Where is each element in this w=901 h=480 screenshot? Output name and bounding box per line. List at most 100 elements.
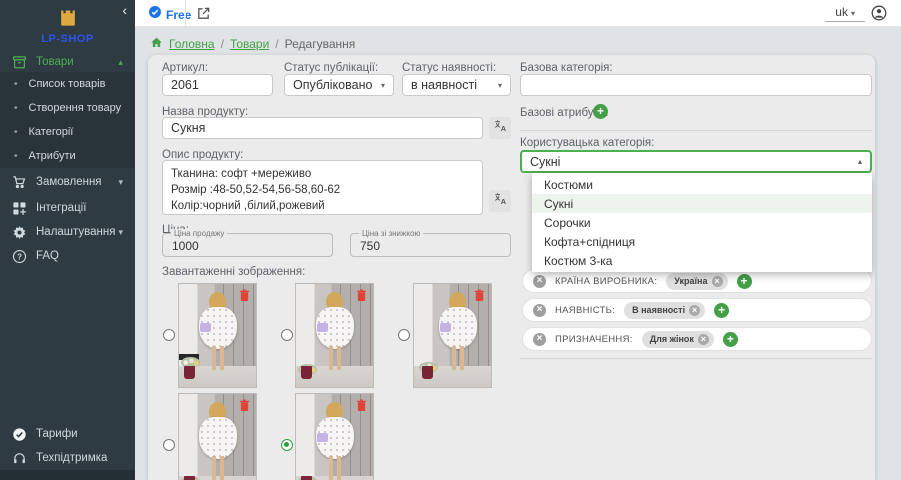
language-selector[interactable]: uk▾	[835, 5, 855, 19]
bullet-icon: •	[14, 127, 18, 138]
sidebar-item-products[interactable]: Товари ▴	[0, 50, 135, 74]
product-name-input[interactable]	[162, 117, 483, 139]
breadcrumb: Головна / Товари / Редагування	[150, 36, 355, 52]
photo-handbag	[317, 323, 328, 332]
remove-attribute-icon[interactable]	[533, 333, 546, 346]
delete-image-icon[interactable]	[356, 289, 367, 302]
custom-category-label: Користувацька категорія:	[520, 137, 654, 149]
availability-status-select[interactable]: в наявності ▾	[402, 74, 511, 96]
remove-attribute-icon[interactable]	[533, 304, 546, 317]
translate-description-button[interactable]: A	[489, 190, 511, 212]
product-image-1	[178, 283, 257, 388]
logo[interactable]: LP-SHOP	[0, 5, 135, 45]
divider	[520, 358, 872, 359]
sidebar-item-faq[interactable]: ? FAQ	[0, 244, 135, 268]
chip-remove-icon[interactable]	[712, 276, 723, 287]
delete-image-icon[interactable]	[239, 289, 250, 302]
sidebar-subitem-create-product[interactable]: •Створення товару	[0, 96, 135, 120]
account-icon[interactable]	[871, 5, 887, 21]
subitem-label: Категорії	[29, 126, 74, 138]
publication-status-value: Опубліковано	[293, 78, 372, 92]
chevron-down-icon: ▾	[118, 177, 123, 188]
discount-price-field[interactable]: Ціна зі знижкою 750	[350, 233, 511, 257]
custom-category-select[interactable]: Сукні ▴	[520, 150, 872, 173]
chip-label: Україна	[674, 276, 707, 286]
photo-model-dress	[199, 417, 237, 459]
breadcrumb-home[interactable]: Головна	[169, 37, 215, 51]
image-radio-5-selected[interactable]	[281, 439, 293, 451]
delete-image-icon[interactable]	[474, 289, 485, 302]
base-category-input[interactable]	[520, 74, 872, 96]
sidebar-item-integrations[interactable]: Інтеграції	[0, 196, 135, 220]
language-value: uk	[835, 5, 848, 19]
category-option-kofta-spidnytsya[interactable]: Кофта+спідниця	[532, 232, 872, 251]
sku-input[interactable]	[162, 74, 273, 96]
sidebar-item-tariffs[interactable]: Тарифи	[0, 422, 135, 446]
chevron-down-icon: ▾	[498, 81, 502, 90]
attribute-label: ПРИЗНАЧЕННЯ:	[555, 334, 633, 345]
category-option-sorochky[interactable]: Сорочки	[532, 213, 872, 232]
sidebar-item-label: Товари	[36, 56, 118, 68]
sidebar-item-label: Техпідтримка	[36, 452, 135, 464]
image-radio-2[interactable]	[281, 329, 293, 341]
attribute-row-availability: НАЯВНІСТЬ: В наявності	[522, 298, 872, 322]
category-option-kostyum-3ka[interactable]: Костюм 3-ка	[532, 251, 872, 270]
image-radio-4[interactable]	[163, 439, 175, 451]
topbar: Free uk▾	[135, 0, 901, 27]
description-textarea[interactable]: Тканина: софт +мереживо Розмір :48-50,52…	[162, 160, 483, 215]
sidebar-item-label: Інтеграції	[36, 202, 135, 214]
sku-label: Артикул:	[162, 62, 208, 74]
sale-price-floating-label: Ціна продажу	[171, 229, 227, 238]
verified-seal-icon	[148, 5, 162, 24]
custom-category-dropdown: Костюми Сукні Сорочки Кофта+спідниця Кос…	[532, 173, 872, 272]
chip-label: Для жінок	[650, 334, 694, 344]
subitem-label: Створення товару	[29, 102, 122, 114]
breadcrumb-current: Редагування	[285, 37, 356, 51]
discount-price-value: 750	[360, 239, 380, 253]
product-image-2	[295, 283, 374, 388]
sidebar-item-orders[interactable]: Замовлення ▾	[0, 170, 135, 194]
translate-name-button[interactable]: A	[489, 117, 511, 139]
add-base-attribute-button[interactable]	[593, 104, 608, 119]
topbar-divider	[185, 0, 186, 27]
sidebar-subitem-product-list[interactable]: •Список товарів	[0, 72, 135, 96]
custom-category-value: Сукні	[530, 155, 560, 169]
sale-price-field[interactable]: Ціна продажу 1000	[162, 233, 333, 257]
delete-image-icon[interactable]	[356, 399, 367, 412]
attribute-chip: Для жінок	[642, 331, 714, 348]
open-external-icon[interactable]	[196, 6, 211, 21]
bullet-icon: •	[14, 151, 18, 162]
product-image-5	[295, 393, 374, 480]
sidebar-item-support[interactable]: Техпідтримка	[0, 446, 135, 470]
availability-status-label: Статус наявності:	[402, 62, 496, 74]
photo-model-legs	[212, 456, 224, 480]
delete-image-icon[interactable]	[239, 399, 250, 412]
remove-attribute-icon[interactable]	[533, 275, 546, 288]
photo-model-legs	[329, 346, 341, 370]
product-image-3	[413, 283, 492, 388]
breadcrumb-products[interactable]: Товари	[230, 37, 269, 51]
cart-icon	[12, 175, 27, 190]
sidebar-subitem-attributes[interactable]: •Атрибути	[0, 144, 135, 168]
photo-model-legs	[212, 346, 224, 370]
add-attribute-value-button[interactable]	[723, 332, 738, 347]
sidebar-subitem-categories[interactable]: • Категорії	[0, 120, 135, 144]
bullet-icon: •	[14, 79, 18, 90]
chip-remove-icon[interactable]	[698, 334, 709, 345]
chip-remove-icon[interactable]	[689, 305, 700, 316]
attribute-label: НАЯВНІСТЬ:	[555, 305, 615, 316]
publication-status-select[interactable]: Опубліковано ▾	[284, 74, 394, 96]
breadcrumb-separator: /	[275, 37, 278, 51]
attribute-row-country: КРАЇНА ВИРОБНИКА: Україна	[522, 269, 872, 293]
image-radio-3[interactable]	[398, 329, 410, 341]
sidebar-item-settings[interactable]: Налаштування ▾	[0, 220, 135, 244]
photo-pot	[422, 366, 433, 379]
add-attribute-value-button[interactable]	[737, 274, 752, 289]
category-option-sukni-selected[interactable]: Сукні	[532, 194, 872, 213]
sidebar-item-label: FAQ	[36, 250, 135, 262]
chevron-up-icon: ▴	[858, 157, 862, 166]
image-radio-1[interactable]	[163, 329, 175, 341]
attribute-chip: В наявності	[624, 302, 705, 319]
category-option-kostyumy[interactable]: Костюми	[532, 175, 872, 194]
add-attribute-value-button[interactable]	[714, 303, 729, 318]
